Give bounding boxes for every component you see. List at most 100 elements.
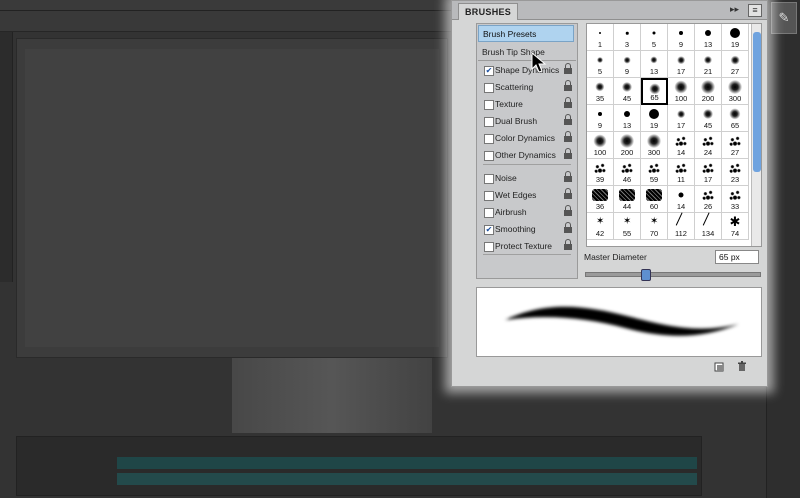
option-wet-edges[interactable]: Wet Edges bbox=[478, 187, 576, 204]
brush-preset-cell[interactable]: 9 bbox=[587, 105, 614, 132]
lock-icon[interactable] bbox=[564, 80, 572, 92]
lock-icon[interactable] bbox=[564, 131, 572, 143]
option-airbrush[interactable]: Airbrush bbox=[478, 204, 576, 221]
lock-icon[interactable] bbox=[564, 148, 572, 160]
option-color-dynamics[interactable]: Color Dynamics bbox=[478, 130, 576, 147]
new-preset-icon[interactable] bbox=[714, 362, 724, 372]
option-dual-brush[interactable]: Dual Brush bbox=[478, 113, 576, 130]
brush-preset-cell[interactable]: 27 bbox=[722, 51, 749, 78]
brush-preset-cell[interactable]: 60 bbox=[641, 186, 668, 213]
slider-knob[interactable] bbox=[640, 269, 651, 281]
option-noise[interactable]: Noise bbox=[478, 170, 576, 187]
lock-icon[interactable] bbox=[564, 205, 572, 217]
brush-preset-cell[interactable]: 24 bbox=[695, 132, 722, 159]
checkbox[interactable] bbox=[484, 242, 494, 252]
lock-icon[interactable] bbox=[564, 188, 572, 200]
brush-preset-cell[interactable]: 44 bbox=[614, 186, 641, 213]
brush-panel-icon[interactable]: ✎ bbox=[771, 2, 797, 34]
brush-preset-cell[interactable]: 134 bbox=[695, 212, 723, 240]
brush-preset-cell[interactable]: ✱ 74 bbox=[722, 213, 749, 240]
checkbox[interactable] bbox=[484, 100, 494, 110]
brush-preset-cell[interactable]: 33 bbox=[722, 186, 749, 213]
brush-preset-cell[interactable]: 59 bbox=[641, 159, 668, 186]
scrollbar-thumb[interactable] bbox=[753, 32, 761, 172]
brush-preset-cell[interactable]: 39 bbox=[587, 159, 614, 186]
checkbox[interactable] bbox=[484, 134, 494, 144]
lock-icon[interactable] bbox=[564, 239, 572, 251]
brush-preset-cell[interactable]: 17 bbox=[695, 159, 722, 186]
brush-size-label: 9 bbox=[597, 121, 603, 130]
lock-icon[interactable] bbox=[564, 222, 572, 234]
brush-preset-cell[interactable]: ✶ 55 bbox=[614, 213, 641, 240]
checkbox[interactable] bbox=[484, 174, 494, 184]
checkbox[interactable] bbox=[484, 117, 494, 127]
brush-preset-cell[interactable]: 27 bbox=[722, 132, 749, 159]
brush-presets-button[interactable]: Brush Presets bbox=[478, 25, 574, 42]
brush-preset-cell[interactable]: 46 bbox=[614, 159, 641, 186]
brush-preset-cell[interactable]: 65 bbox=[641, 78, 668, 105]
brush-size-label: 19 bbox=[649, 121, 659, 130]
brush-preset-cell[interactable]: ✶ 70 bbox=[641, 213, 668, 240]
brush-size-label: 11 bbox=[677, 175, 685, 184]
brush-preset-cell[interactable]: 13 bbox=[614, 105, 641, 132]
panel-menu-icon[interactable]: ≡ bbox=[748, 4, 762, 17]
brush-size-label: 9 bbox=[624, 67, 630, 76]
option-smoothing[interactable]: ✔ Smoothing bbox=[478, 221, 576, 238]
master-diameter-slider[interactable] bbox=[585, 269, 761, 281]
brush-preset-cell[interactable]: 13 bbox=[695, 24, 722, 51]
master-diameter-input[interactable] bbox=[715, 250, 759, 264]
option-protect-texture[interactable]: Protect Texture bbox=[478, 238, 576, 255]
brush-preset-cell[interactable]: 65 bbox=[722, 105, 749, 132]
brush-preset-cell[interactable]: 14 bbox=[668, 132, 695, 159]
brush-preset-cell[interactable]: 14 bbox=[668, 186, 695, 213]
brush-preset-cell[interactable]: 19 bbox=[641, 105, 668, 132]
brush-preset-cell[interactable]: 5 bbox=[587, 51, 614, 78]
brush-preset-cell[interactable]: 17 bbox=[668, 105, 695, 132]
option-label: Noise bbox=[495, 173, 517, 183]
checkbox[interactable] bbox=[484, 151, 494, 161]
brush-preset-cell[interactable]: 9 bbox=[668, 24, 695, 51]
brush-preset-cell[interactable]: 112 bbox=[668, 212, 696, 240]
panel-collapse-icon[interactable]: ▸▸ bbox=[730, 4, 739, 15]
brush-preset-cell[interactable]: 300 bbox=[641, 132, 668, 159]
lock-icon[interactable] bbox=[564, 114, 572, 126]
option-other-dynamics[interactable]: Other Dynamics bbox=[478, 147, 576, 164]
brush-preset-cell[interactable]: 300 bbox=[722, 78, 749, 105]
checkbox[interactable] bbox=[484, 208, 494, 218]
option-shape-dynamics[interactable]: ✔ Shape Dynamics bbox=[478, 62, 576, 79]
brush-preset-cell[interactable]: 200 bbox=[614, 132, 641, 159]
brush-preset-cell[interactable]: 23 bbox=[722, 159, 749, 186]
brush-preset-cell[interactable]: 9 bbox=[614, 51, 641, 78]
checkbox[interactable] bbox=[484, 83, 494, 93]
checkbox[interactable]: ✔ bbox=[484, 66, 494, 76]
panel-header: BRUSHES ▸▸ ≡ bbox=[452, 1, 767, 20]
brush-preset-cell[interactable]: 36 bbox=[587, 186, 614, 213]
brush-preset-cell[interactable]: 3 bbox=[614, 24, 641, 51]
grid-scrollbar[interactable] bbox=[751, 24, 761, 246]
brush-preset-cell[interactable]: 13 bbox=[641, 51, 668, 78]
brush-preset-cell[interactable]: 11 bbox=[668, 159, 695, 186]
brush-tip-shape-item[interactable]: Brush Tip Shape bbox=[478, 44, 576, 61]
trash-icon[interactable] bbox=[737, 361, 747, 372]
brush-preset-cell[interactable]: 100 bbox=[587, 132, 614, 159]
brush-preset-cell[interactable]: 45 bbox=[695, 105, 722, 132]
checkbox[interactable] bbox=[484, 191, 494, 201]
brush-preset-cell[interactable]: 26 bbox=[695, 186, 722, 213]
lock-icon[interactable] bbox=[564, 171, 572, 183]
option-scattering[interactable]: Scattering bbox=[478, 79, 576, 96]
checkbox[interactable]: ✔ bbox=[484, 225, 494, 235]
option-texture[interactable]: Texture bbox=[478, 96, 576, 113]
brush-preset-cell[interactable]: 21 bbox=[695, 51, 722, 78]
brush-preset-cell[interactable]: 5 bbox=[641, 24, 668, 51]
brush-preset-cell[interactable]: 17 bbox=[668, 51, 695, 78]
lock-icon[interactable] bbox=[564, 63, 572, 75]
brush-preset-cell[interactable]: 1 bbox=[587, 24, 614, 51]
brush-preset-cell[interactable]: 100 bbox=[668, 78, 695, 105]
tab-brushes[interactable]: BRUSHES bbox=[458, 3, 519, 20]
brush-preset-cell[interactable]: 45 bbox=[614, 78, 641, 105]
brush-preset-cell[interactable]: 19 bbox=[722, 24, 749, 51]
brush-preset-cell[interactable]: 35 bbox=[587, 78, 614, 105]
brush-preset-cell[interactable]: 200 bbox=[695, 78, 722, 105]
brush-preset-cell[interactable]: ✶ 42 bbox=[587, 213, 614, 240]
lock-icon[interactable] bbox=[564, 97, 572, 109]
